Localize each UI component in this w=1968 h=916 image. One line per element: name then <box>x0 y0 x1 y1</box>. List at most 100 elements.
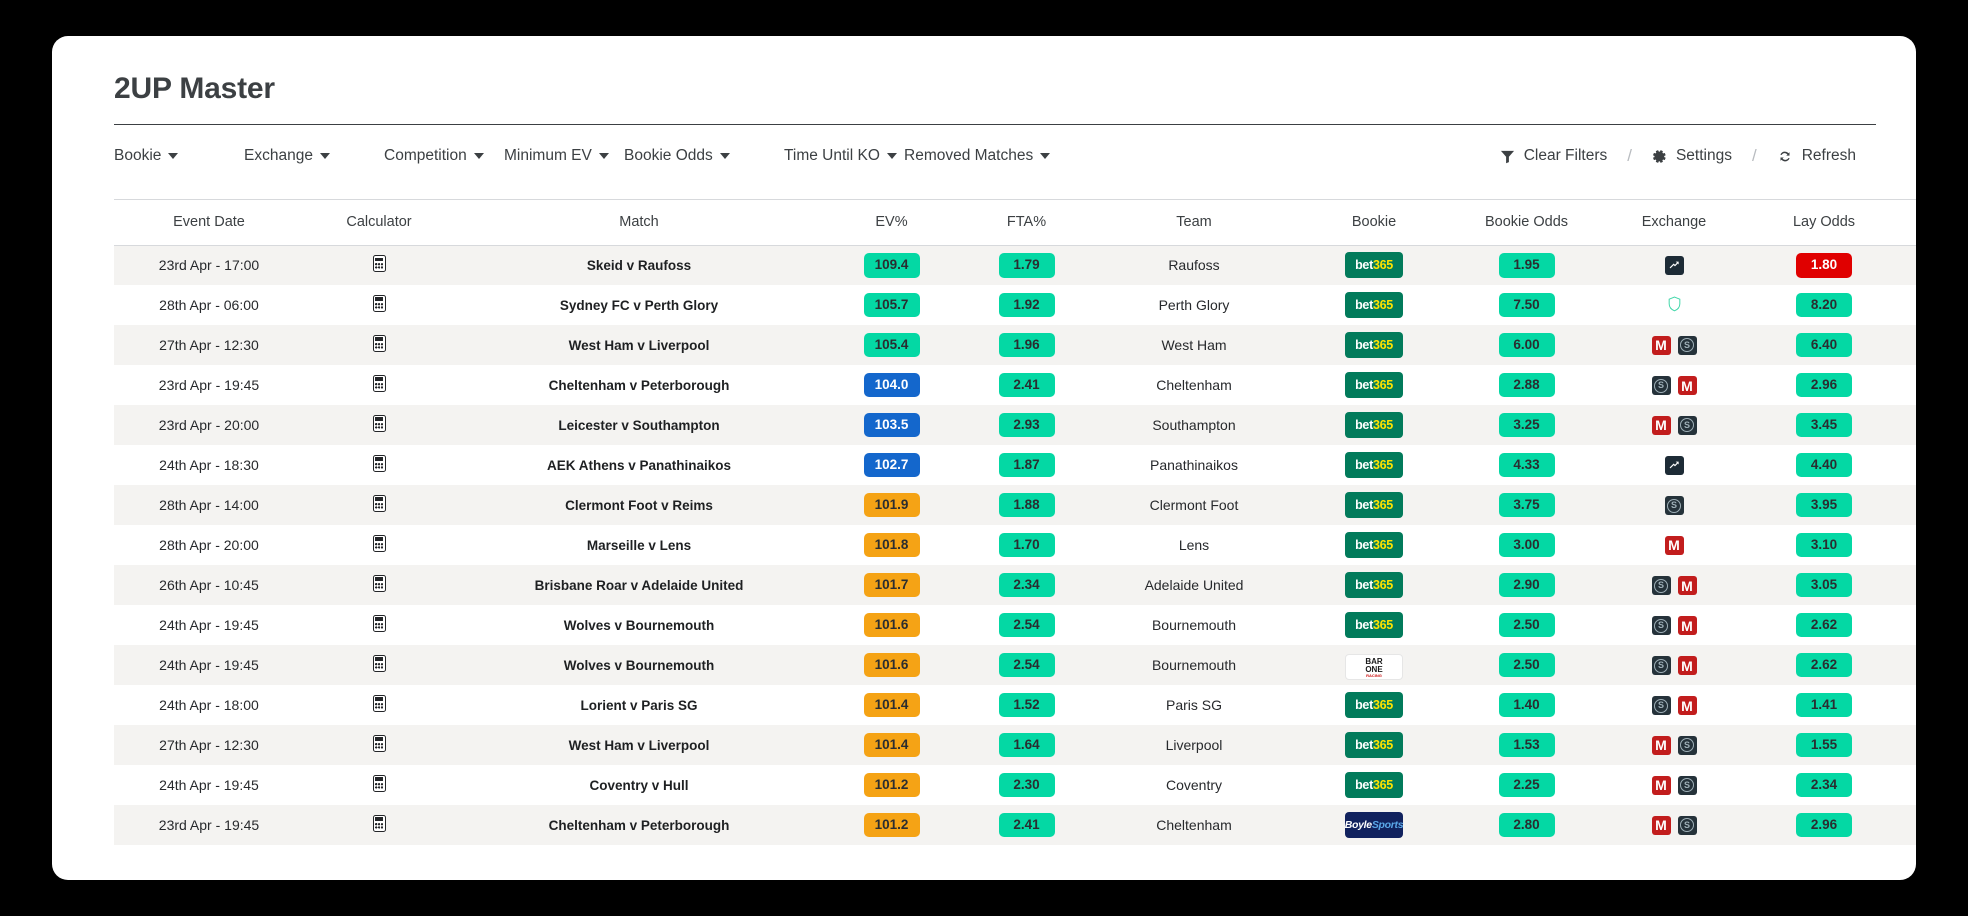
cell-bookie[interactable]: bet365 <box>1294 405 1454 445</box>
cell-calculator[interactable] <box>304 645 454 685</box>
calculator-icon[interactable] <box>373 735 386 752</box>
calculator-icon[interactable] <box>373 615 386 632</box>
matchbook-icon[interactable]: M <box>1665 536 1684 555</box>
matchbook-icon[interactable]: M <box>1652 416 1671 435</box>
column-header-bookie-odds[interactable]: Bookie Odds <box>1454 199 1599 245</box>
calculator-icon[interactable] <box>373 375 386 392</box>
table-row[interactable]: 28th Apr - 06:00Sydney FC v Perth Glory1… <box>114 285 1916 325</box>
cell-remove[interactable]: ✕ <box>1899 365 1916 405</box>
bookie-logo-bet365[interactable]: bet365 <box>1345 692 1403 718</box>
cell-bookie[interactable]: bet365 <box>1294 725 1454 765</box>
cell-calculator[interactable] <box>304 285 454 325</box>
column-header-exchange[interactable]: Exchange <box>1599 199 1749 245</box>
calculator-icon[interactable] <box>373 335 386 352</box>
betdaq-icon[interactable]: S <box>1652 656 1671 675</box>
matchbook-icon[interactable]: M <box>1652 336 1671 355</box>
column-header-lay-odds[interactable]: Lay Odds <box>1749 199 1899 245</box>
cell-exchange[interactable] <box>1599 445 1749 485</box>
cell-remove[interactable]: ✕ <box>1899 485 1916 525</box>
filter-bookie-odds[interactable]: Bookie Odds <box>624 147 784 165</box>
matchbook-icon[interactable]: M <box>1652 816 1671 835</box>
table-row[interactable]: 23rd Apr - 20:00Leicester v Southampton1… <box>114 405 1916 445</box>
calculator-icon[interactable] <box>373 575 386 592</box>
filter-competition[interactable]: Competition <box>384 147 504 165</box>
column-header-event-date[interactable]: Event Date <box>114 199 304 245</box>
filter-removed-matches[interactable]: Removed Matches <box>904 147 1050 165</box>
cell-exchange[interactable]: SM <box>1599 565 1749 605</box>
cell-exchange[interactable]: MS <box>1599 725 1749 765</box>
betdaq-icon[interactable]: S <box>1652 576 1671 595</box>
betdaq-icon[interactable]: S <box>1678 736 1697 755</box>
bookie-logo-boylesports[interactable]: BoyleSports <box>1345 812 1403 838</box>
column-header-calculator[interactable]: Calculator <box>304 199 454 245</box>
bookie-logo-bet365[interactable]: bet365 <box>1345 532 1403 558</box>
calculator-icon[interactable] <box>373 295 386 312</box>
cell-remove[interactable]: ✕ <box>1899 445 1916 485</box>
cell-calculator[interactable] <box>304 485 454 525</box>
cell-remove[interactable]: ✕ <box>1899 605 1916 645</box>
bookie-logo-bet365[interactable]: bet365 <box>1345 332 1403 358</box>
betdaq-icon[interactable]: S <box>1665 496 1684 515</box>
cell-bookie[interactable]: bet365 <box>1294 285 1454 325</box>
cell-exchange[interactable]: SM <box>1599 365 1749 405</box>
calculator-icon[interactable] <box>373 455 386 472</box>
cell-exchange[interactable]: MS <box>1599 805 1749 845</box>
betfair-icon[interactable] <box>1665 295 1684 314</box>
matchbook-icon[interactable]: M <box>1678 616 1697 635</box>
calculator-icon[interactable] <box>373 695 386 712</box>
cell-remove[interactable]: ✕ <box>1899 645 1916 685</box>
betdaq-icon[interactable]: S <box>1678 816 1697 835</box>
bookie-logo-bet365[interactable]: bet365 <box>1345 612 1403 638</box>
smarkets-icon[interactable] <box>1665 456 1684 475</box>
cell-calculator[interactable] <box>304 725 454 765</box>
bookie-logo-barone[interactable]: BARONERACING <box>1345 654 1403 680</box>
table-row[interactable]: 27th Apr - 12:30West Ham v Liverpool101.… <box>114 725 1916 765</box>
cell-calculator[interactable] <box>304 245 454 285</box>
cell-exchange[interactable]: MS <box>1599 765 1749 805</box>
matchbook-icon[interactable]: M <box>1678 656 1697 675</box>
cell-exchange[interactable]: S <box>1599 485 1749 525</box>
column-header-bookie[interactable]: Bookie <box>1294 199 1454 245</box>
cell-remove[interactable]: ✕ <box>1899 685 1916 725</box>
filter-bookie[interactable]: Bookie <box>114 147 244 165</box>
cell-remove[interactable]: ✕ <box>1899 245 1916 285</box>
calculator-icon[interactable] <box>373 415 386 432</box>
table-row[interactable]: 26th Apr - 10:45Brisbane Roar v Adelaide… <box>114 565 1916 605</box>
cell-exchange[interactable]: SM <box>1599 645 1749 685</box>
betdaq-icon[interactable]: S <box>1652 616 1671 635</box>
cell-calculator[interactable] <box>304 325 454 365</box>
column-header-match[interactable]: Match <box>454 199 824 245</box>
cell-calculator[interactable] <box>304 685 454 725</box>
cell-bookie[interactable]: bet365 <box>1294 685 1454 725</box>
matchbook-icon[interactable]: M <box>1678 696 1697 715</box>
settings-button[interactable]: Settings <box>1652 147 1732 165</box>
cell-bookie[interactable]: bet365 <box>1294 365 1454 405</box>
column-header-ev[interactable]: EV% <box>824 199 959 245</box>
cell-calculator[interactable] <box>304 805 454 845</box>
matchbook-icon[interactable]: M <box>1652 776 1671 795</box>
cell-remove[interactable]: ✕ <box>1899 805 1916 845</box>
cell-bookie[interactable]: bet365 <box>1294 245 1454 285</box>
cell-bookie[interactable]: bet365 <box>1294 565 1454 605</box>
bookie-logo-bet365[interactable]: bet365 <box>1345 412 1403 438</box>
cell-exchange[interactable]: SM <box>1599 685 1749 725</box>
filter-time-until-ko[interactable]: Time Until KO <box>784 147 904 165</box>
matchbook-icon[interactable]: M <box>1652 736 1671 755</box>
betdaq-icon[interactable]: S <box>1678 776 1697 795</box>
table-row[interactable]: 28th Apr - 20:00Marseille v Lens101.81.7… <box>114 525 1916 565</box>
table-row[interactable]: 24th Apr - 19:45Wolves v Bournemouth101.… <box>114 645 1916 685</box>
filter-minimum-ev[interactable]: Minimum EV <box>504 147 624 165</box>
bookie-logo-bet365[interactable]: bet365 <box>1345 572 1403 598</box>
bookie-logo-bet365[interactable]: bet365 <box>1345 772 1403 798</box>
table-row[interactable]: 27th Apr - 12:30West Ham v Liverpool105.… <box>114 325 1916 365</box>
cell-exchange[interactable] <box>1599 245 1749 285</box>
table-row[interactable]: 23rd Apr - 17:00Skeid v Raufoss109.41.79… <box>114 245 1916 285</box>
betdaq-icon[interactable]: S <box>1678 416 1697 435</box>
betdaq-icon[interactable]: S <box>1652 376 1671 395</box>
cell-calculator[interactable] <box>304 765 454 805</box>
column-header-team[interactable]: Team <box>1094 199 1294 245</box>
calculator-icon[interactable] <box>373 815 386 832</box>
cell-remove[interactable]: ✕ <box>1899 325 1916 365</box>
cell-calculator[interactable] <box>304 605 454 645</box>
table-row[interactable]: 24th Apr - 18:00Lorient v Paris SG101.41… <box>114 685 1916 725</box>
